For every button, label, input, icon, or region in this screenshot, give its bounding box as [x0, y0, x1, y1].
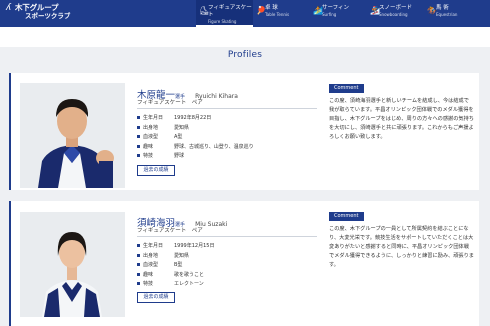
profile-card: 木原龍一選手 Ryuichi Kihara フィギュアスケート ペア 生年月日 1…: [9, 73, 479, 190]
header-spacer: [0, 27, 490, 47]
info-row-skill: 特技 エレクトーン: [137, 279, 322, 289]
nav-label-jp: 馬 術: [436, 5, 449, 11]
info-key: 趣味: [143, 143, 154, 150]
info-value: 歌を歌うこと: [174, 271, 205, 278]
bullet-icon: [137, 244, 140, 248]
info-row-birthdate: 生年月日 1999年12月15日: [137, 241, 322, 251]
nav-label-en: Surfing: [322, 12, 337, 17]
nav-item-surfing[interactable]: 🏄 サーフィン Surfing: [310, 0, 367, 27]
info-value: 愛知県: [174, 252, 190, 259]
nav-item-table-tennis[interactable]: 🏓 卓 球 Table Tennis: [253, 0, 310, 27]
info-value: 1992年8月22日: [174, 115, 212, 122]
comment-label: Comment: [329, 212, 364, 221]
info-row-birthplace: 出身地 愛知県: [137, 123, 322, 133]
card-accent-bar: [9, 201, 11, 326]
bullet-icon: [137, 253, 140, 257]
name-divider: [137, 108, 317, 109]
bullet-icon: [137, 144, 140, 148]
nav-label-jp: 卓 球: [265, 5, 278, 11]
page-title: Profiles: [227, 50, 263, 60]
nav-label-en: Equestrian: [436, 12, 458, 17]
info-value: 1999年12月15日: [174, 243, 215, 250]
site-logo[interactable]: ʎ 木下グループ スポーツクラブ: [6, 3, 71, 21]
card-accent-bar: [9, 73, 11, 190]
bullet-icon: [137, 263, 140, 267]
info-key: 特技: [143, 153, 154, 160]
nav-item-snowboarding[interactable]: 🏂 スノーボード Snowboarding: [367, 0, 424, 27]
info-key: 血液型: [143, 134, 159, 141]
bullet-icon: [137, 154, 140, 158]
nav-label-en: Table Tennis: [265, 12, 290, 17]
info-row-hobby: 趣味 野球、古城巡り、山登り、温泉巡り: [137, 142, 322, 152]
nav-label-en: Snowboarding: [379, 12, 408, 17]
bullet-icon: [137, 282, 140, 286]
athlete-photo: [20, 83, 125, 188]
info-row-birthdate: 生年月日 1992年8月22日: [137, 113, 322, 123]
bullet-icon: [137, 135, 140, 139]
bullet-icon: [137, 125, 140, 129]
athlete-photo-suzaki: [20, 212, 125, 317]
info-row-hobby: 趣味 歌を歌うこと: [137, 270, 322, 280]
info-key: 特技: [143, 281, 154, 288]
info-key: 出身地: [143, 252, 159, 259]
athlete-photo: [20, 212, 125, 317]
comment-text: この度、木下グループの一員として所属契約を結ぶことになり、大変光栄です。競技生活…: [329, 226, 474, 268]
skater-icon: ⛸: [199, 6, 210, 15]
main-nav: ⛸ フィギュアスケート Figure Skating 🏓 卓 球 Table T…: [196, 0, 481, 27]
info-row-birthplace: 出身地 愛知県: [137, 251, 322, 261]
athlete-discipline: フィギュアスケート ペア: [137, 228, 203, 234]
athlete-info-list: 生年月日 1992年8月22日 出身地 愛知県 血液型 A型 趣味 野球、古城巡り、山登…: [137, 113, 322, 161]
info-key: 趣味: [143, 271, 154, 278]
info-key: 生年月日: [143, 243, 164, 250]
nav-label-jp: スノーボード: [379, 5, 413, 11]
bullet-icon: [137, 272, 140, 276]
info-value: A型: [174, 134, 183, 141]
info-key: 血液型: [143, 262, 159, 269]
athlete-discipline: フィギュアスケート ペア: [137, 100, 203, 106]
info-value: エレクトーン: [174, 281, 204, 288]
bullet-icon: [137, 116, 140, 120]
info-row-blood-type: 血液型 B型: [137, 260, 322, 270]
past-results-button[interactable]: 過去の成績: [137, 165, 175, 176]
logo-mark-icon: ʎ: [6, 3, 12, 13]
logo-line1: 木下グループ: [15, 3, 59, 12]
site-header: ʎ 木下グループ スポーツクラブ ⛸ フィギュアスケート Figure Skat…: [0, 0, 490, 27]
info-key: 出身地: [143, 124, 159, 131]
nav-item-figure-skating[interactable]: ⛸ フィギュアスケート Figure Skating: [196, 0, 253, 27]
nav-label-jp: フィギュアスケート: [208, 5, 252, 18]
info-row-skill: 特技 野球: [137, 151, 322, 161]
athlete-info-list: 生年月日 1999年12月15日 出身地 愛知県 血液型 B型 趣味 歌を歌うこと 特技…: [137, 241, 322, 289]
name-divider: [137, 236, 317, 237]
info-value: 野球、古城巡り、山登り、温泉巡り: [174, 143, 254, 150]
info-value: B型: [174, 262, 183, 269]
nav-label-jp: サーフィン: [322, 5, 350, 11]
logo-line2: スポーツクラブ: [25, 12, 71, 20]
nav-label-en: Figure Skating: [208, 19, 237, 24]
nav-item-equestrian[interactable]: 🏇 馬 術 Equestrian: [424, 0, 481, 27]
info-row-blood-type: 血液型 A型: [137, 132, 322, 142]
comment-label: Comment: [329, 84, 364, 93]
profile-card: 須崎海羽選手 Miu Suzaki フィギュアスケート ペア 生年月日 1999年…: [9, 201, 479, 326]
info-value: 愛知県: [174, 124, 190, 131]
athlete-photo-kihara: [20, 83, 125, 188]
comment-text: この度、須崎海羽選手と新しいチームを結成し、今は結成で我が取らています。平昌オリ…: [329, 98, 474, 140]
info-key: 生年月日: [143, 115, 164, 122]
past-results-button[interactable]: 過去の成績: [137, 292, 175, 303]
info-value: 野球: [174, 153, 185, 160]
